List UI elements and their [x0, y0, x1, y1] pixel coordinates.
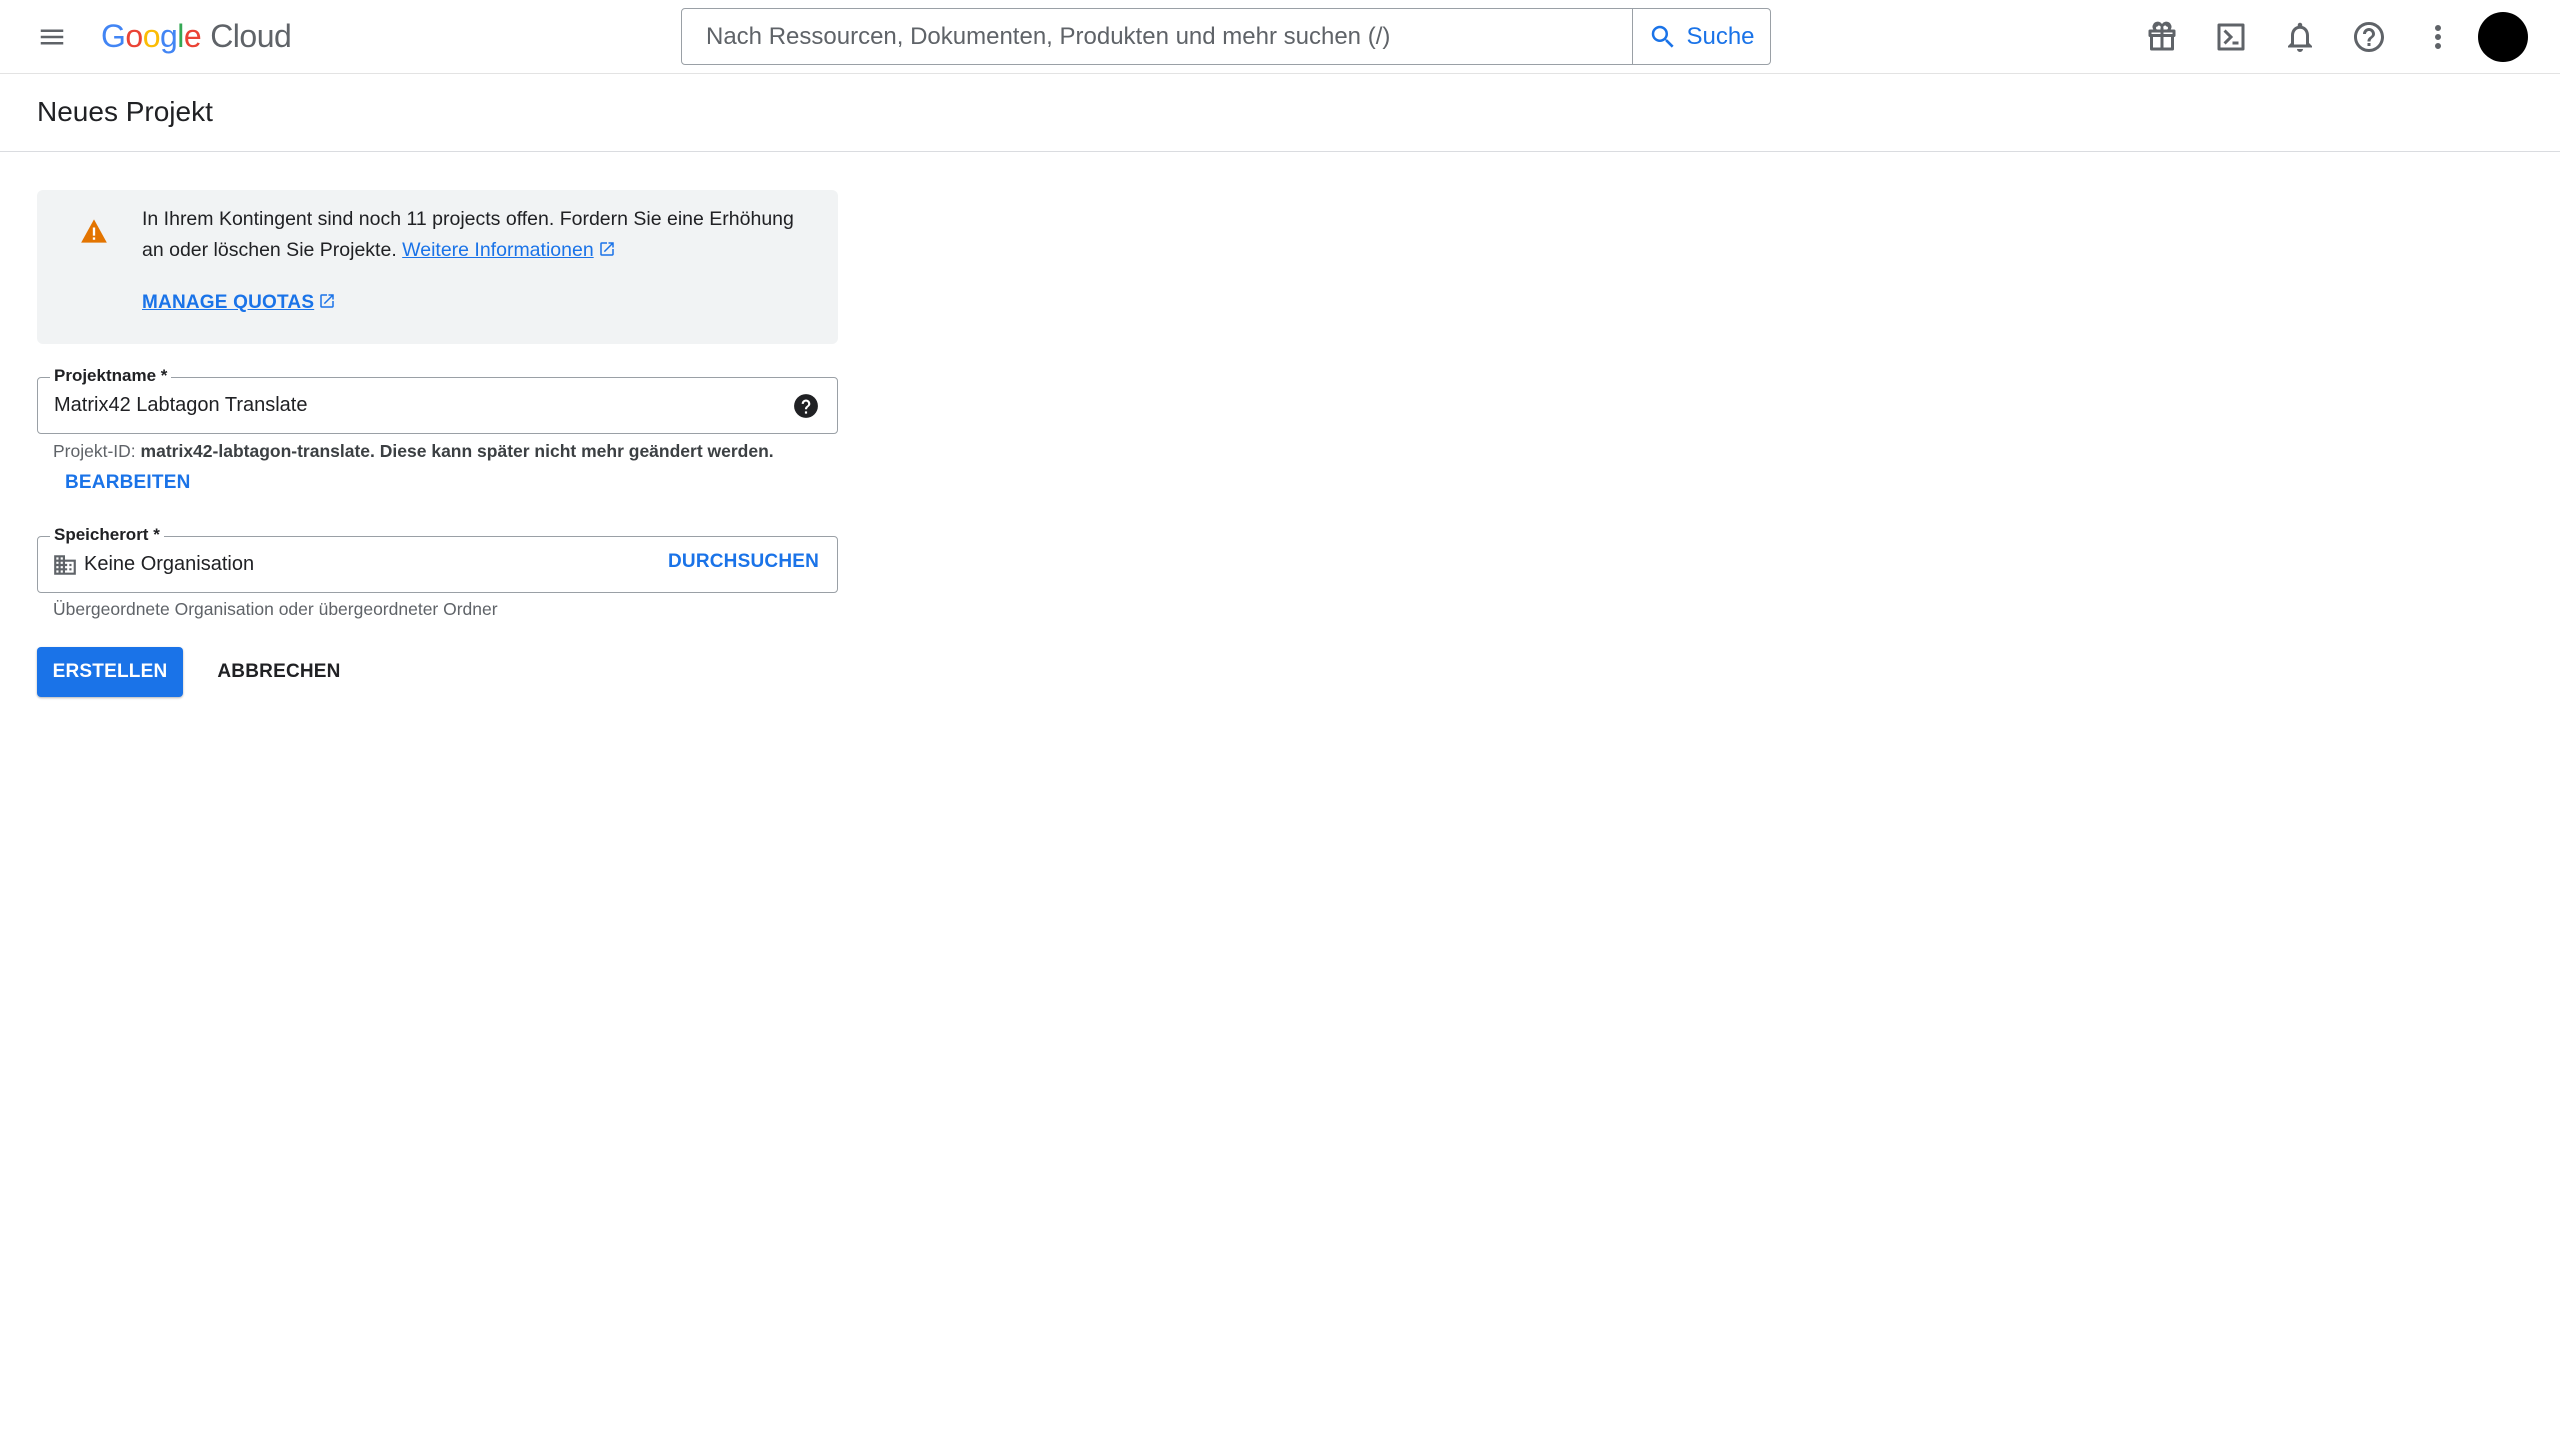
logo-letter: o — [125, 17, 143, 54]
edit-project-id-button[interactable]: BEARBEITEN — [65, 472, 191, 494]
project-id-prefix: Projekt-ID: — [53, 441, 136, 461]
project-name-input[interactable] — [54, 378, 754, 433]
help-circle-icon[interactable] — [2351, 19, 2387, 55]
terminal-icon[interactable] — [2213, 19, 2249, 55]
quota-notice-text: In Ihrem Kontingent sind noch 11 project… — [142, 204, 812, 266]
logo-letter: o — [142, 17, 161, 54]
logo-letter: e — [183, 17, 202, 54]
more-info-link-label: Weitere Informationen — [402, 239, 594, 261]
bell-icon[interactable] — [2282, 19, 2318, 55]
open-in-new-icon — [599, 242, 614, 256]
search-input[interactable] — [682, 9, 1632, 64]
manage-quotas-label: MANAGE QUOTAS — [142, 292, 315, 313]
project-id-value: matrix42-labtagon-translate. — [140, 441, 375, 461]
account-avatar[interactable] — [2478, 12, 2528, 62]
quota-notice: In Ihrem Kontingent sind noch 11 project… — [37, 190, 838, 344]
cancel-button[interactable]: ABBRECHEN — [200, 647, 358, 697]
search-icon — [1652, 25, 1675, 48]
warning-icon — [81, 219, 107, 243]
google-cloud-logo[interactable]: Go o g l e Cloud — [101, 16, 292, 56]
building-icon — [54, 555, 76, 575]
logo-letter: G — [101, 17, 126, 54]
gift-icon[interactable] — [2144, 19, 2180, 55]
project-name-field: Projektname * — [37, 366, 838, 434]
search-button-label: Suche — [1686, 22, 1755, 50]
location-hint: Übergeordnete Organisation oder übergeor… — [53, 599, 498, 619]
location-field: Speicherort * Keine Organisation DURCHSU… — [37, 525, 838, 593]
page-header: Neues Projekt — [0, 74, 2560, 152]
browse-button[interactable]: DURCHSUCHEN — [668, 551, 819, 573]
open-in-new-icon — [320, 294, 334, 308]
more-vert-icon[interactable] — [2420, 19, 2456, 55]
page-title: Neues Projekt — [37, 96, 213, 127]
create-button[interactable]: ERSTELLEN — [37, 647, 183, 697]
logo-letter: l — [177, 17, 184, 54]
project-id-hint: Projekt-ID: matrix42-labtagon-translate.… — [53, 441, 774, 462]
logo-suffix: Cloud — [210, 17, 292, 54]
logo-letter: g — [159, 17, 178, 54]
help-icon[interactable] — [793, 393, 819, 419]
search-bar: Suche — [681, 8, 1771, 65]
search-button[interactable]: Suche — [1632, 9, 1770, 64]
top-bar: GoogleCloud Suche — [0, 0, 2560, 74]
project-id-note: Diese kann später nicht mehr geändert we… — [379, 441, 774, 461]
manage-quotas-link[interactable]: MANAGE QUOTAS — [142, 292, 336, 314]
more-info-link[interactable]: Weitere Informationen — [402, 239, 616, 261]
menu-icon[interactable] — [36, 22, 68, 52]
